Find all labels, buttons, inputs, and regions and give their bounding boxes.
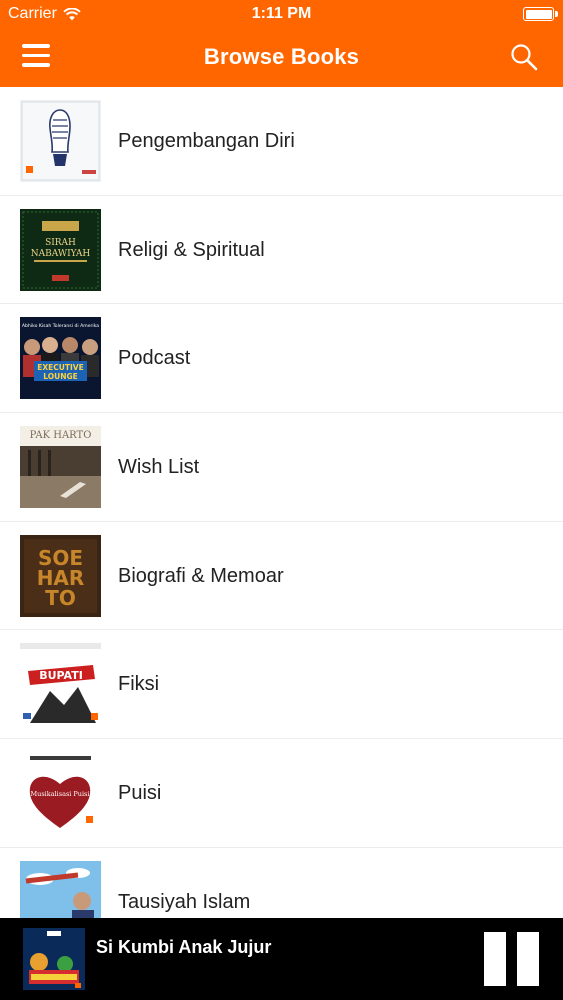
pause-icon[interactable]: [484, 932, 539, 986]
category-row-fiksi[interactable]: BUPATI Fiksi: [0, 630, 563, 740]
book-cover-thumbnail: PAK HARTO: [20, 426, 101, 509]
cover-text: BUPATI: [39, 669, 83, 682]
cover-text: Musikalisasi Puisi: [31, 790, 90, 798]
cover-text: TO: [45, 586, 76, 610]
category-row-religi-spiritual[interactable]: SIRAH NABAWIYAH Religi & Spiritual: [0, 195, 563, 305]
book-cover-thumbnail: BUPATI: [20, 643, 101, 726]
category-list: Pengembangan Diri SIRAH NABAWIYAH Religi…: [0, 87, 563, 957]
cover-text: PAK HARTO: [30, 430, 92, 441]
category-row-podcast[interactable]: Abhiko Kisah Toleransi di Amerika EXECUT…: [0, 304, 563, 414]
category-label: Podcast: [118, 347, 191, 370]
status-time: 1:11 PM: [251, 5, 312, 22]
navigation-bar: Browse Books: [0, 28, 563, 87]
cover-text: EXECUTIVE: [37, 363, 83, 372]
category-label: Religi & Spiritual: [118, 238, 265, 261]
now-playing-cover: [23, 928, 85, 990]
category-row-puisi[interactable]: Musikalisasi Puisi Puisi: [0, 739, 563, 848]
now-playing-title: Si Kumbi Anak Jujur: [96, 937, 272, 957]
cover-text: SIRAH: [45, 238, 76, 248]
book-cover-thumbnail: [20, 100, 101, 182]
page-title: Browse Books: [203, 44, 360, 69]
cover-text: Abhiko Kisah Toleransi di Amerika: [22, 323, 99, 329]
category-label: Wish List: [118, 456, 200, 479]
battery-icon: [523, 7, 558, 21]
status-bar: Carrier 1:11 PM: [0, 0, 563, 28]
category-label: Biografi & Memoar: [118, 564, 284, 587]
cover-text: LOUNGE: [43, 372, 78, 381]
category-label: Pengembangan Diri: [118, 130, 295, 152]
book-cover-thumbnail: Musikalisasi Puisi: [20, 752, 101, 835]
category-label: Puisi: [118, 782, 162, 805]
book-cover-thumbnail: SIRAH NABAWIYAH: [20, 208, 101, 291]
category-row-biografi-memoar[interactable]: SOE HAR TO Biografi & Memoar: [0, 521, 563, 631]
book-cover-thumbnail: Abhiko Kisah Toleransi di Amerika EXECUT…: [20, 317, 101, 400]
category-row-pengembangan-diri[interactable]: Pengembangan Diri: [0, 87, 563, 196]
search-icon[interactable]: [509, 42, 539, 72]
cover-text: NABAWIYAH: [31, 249, 91, 259]
battery-fill: [525, 9, 552, 19]
category-row-wish-list[interactable]: PAK HARTO Wish List: [0, 413, 563, 522]
mini-player[interactable]: Si Kumbi Anak Jujur: [0, 918, 563, 1000]
book-cover-thumbnail: SOE HAR TO: [20, 534, 101, 617]
category-label: Fiksi: [118, 673, 160, 696]
